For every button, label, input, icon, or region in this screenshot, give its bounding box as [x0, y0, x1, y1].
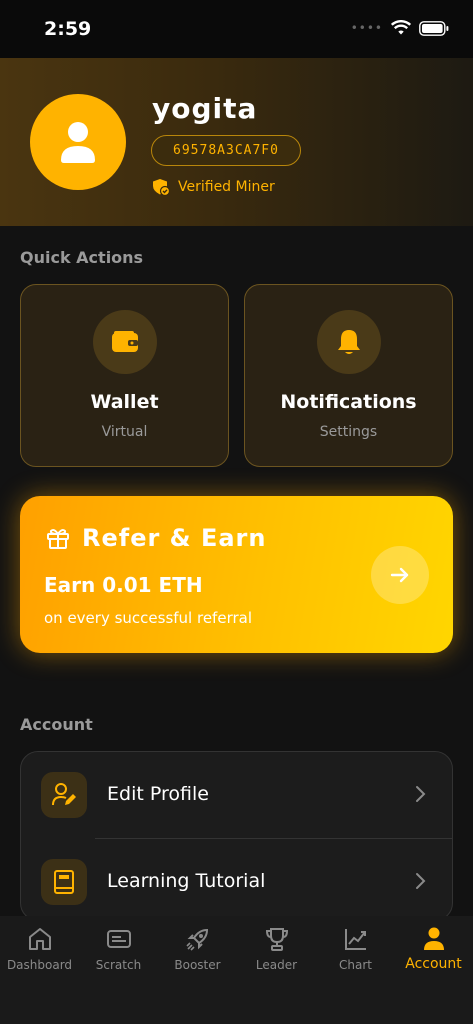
account-list: Edit Profile Learning Tutorial [20, 751, 453, 921]
home-icon [28, 928, 51, 950]
edit-profile-row[interactable]: Edit Profile [21, 752, 452, 839]
refer-amount: Earn 0.01 ETH [44, 573, 203, 597]
tab-dashboard[interactable]: Dashboard [0, 916, 79, 986]
edit-profile-icon [52, 783, 76, 806]
wifi-icon [391, 20, 411, 35]
chevron-right-icon [416, 873, 426, 889]
quick-actions-title: Quick Actions [20, 248, 144, 267]
tab-label: Dashboard [6, 958, 73, 972]
tab-label: Leader [255, 958, 298, 972]
tab-label: Chart [339, 958, 372, 972]
refer-description: on every successful referral [44, 609, 253, 627]
chevron-right-icon [416, 786, 426, 802]
wallet-subtitle: Virtual [101, 424, 148, 440]
bell-icon-circle [316, 310, 381, 374]
wallet-icon-circle [92, 310, 157, 374]
edit-profile-label: Edit Profile [107, 783, 209, 805]
tab-chart[interactable]: Chart [316, 916, 395, 986]
book-icon-box [41, 859, 87, 905]
battery-icon [419, 20, 449, 36]
status-bar: 2:59 •••• [0, 0, 473, 58]
avatar[interactable] [30, 94, 126, 190]
status-icons: •••• [351, 20, 449, 36]
learning-tutorial-row[interactable]: Learning Tutorial [21, 839, 452, 920]
tab-label: Booster [174, 958, 221, 972]
tab-label: Account [405, 956, 462, 972]
arrow-right-icon [390, 567, 409, 583]
scratch-card-icon [106, 930, 131, 948]
wallet-icon [111, 331, 138, 352]
verified-label: Verified Miner [178, 179, 275, 195]
refer-earn-card[interactable]: Refer & Earn Earn 0.01 ETH on every succ… [20, 496, 453, 653]
book-icon [54, 870, 74, 894]
notifications-card[interactable]: Notifications Settings [244, 284, 453, 467]
notifications-title: Notifications [280, 391, 417, 413]
verified-badge: Verified Miner [152, 178, 275, 196]
refer-title: Refer & Earn [82, 524, 267, 552]
tab-account[interactable]: Account [394, 916, 473, 986]
tab-label: Scratch [95, 958, 142, 972]
signal-icon: •••• [350, 21, 383, 35]
gift-icon [47, 529, 69, 549]
tab-scratch[interactable]: Scratch [79, 916, 158, 986]
edit-profile-icon-box [41, 772, 87, 818]
trophy-icon [265, 928, 288, 951]
chart-icon [344, 929, 366, 950]
shield-check-icon [153, 179, 170, 196]
username: yogita [152, 92, 258, 125]
wallet-card[interactable]: Wallet Virtual [20, 284, 229, 467]
account-title: Account [20, 715, 93, 734]
miner-id-badge[interactable]: 69578A3CA7F0 [151, 135, 301, 166]
user-icon [423, 927, 444, 950]
bell-icon [337, 330, 360, 354]
tab-bar: Dashboard Scratch Booster Leader Chart A… [0, 916, 473, 1024]
tab-leader[interactable]: Leader [237, 916, 316, 986]
tab-booster[interactable]: Booster [158, 916, 237, 986]
profile-header: yogita 69578A3CA7F0 Verified Miner [0, 58, 473, 226]
wallet-title: Wallet [90, 391, 159, 413]
user-avatar-icon [61, 122, 95, 163]
status-time: 2:59 [44, 18, 92, 40]
rocket-icon [185, 928, 208, 951]
notifications-subtitle: Settings [319, 424, 378, 440]
learning-tutorial-label: Learning Tutorial [107, 870, 266, 892]
refer-arrow-button[interactable] [371, 546, 429, 604]
